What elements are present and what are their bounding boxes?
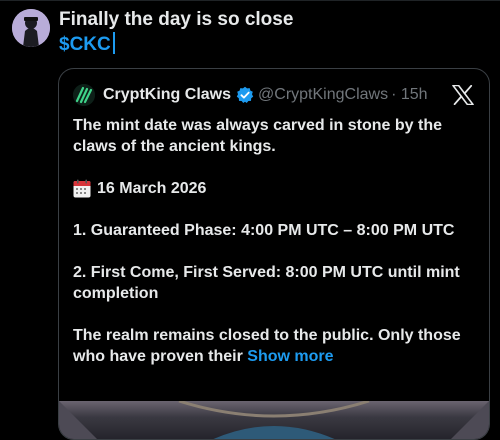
x-close-icon[interactable] bbox=[451, 83, 475, 107]
mint-date: 16 March 2026 bbox=[97, 180, 207, 197]
post-date-line: 16 March 2026 bbox=[73, 178, 475, 199]
show-more-link[interactable]: Show more bbox=[247, 348, 333, 365]
post-paragraph: The mint date was always carved in stone… bbox=[73, 117, 443, 155]
compose-line-2: $CKC bbox=[59, 32, 293, 57]
post-phase-1: 1. Guaranteed Phase: 4:00 PM UTC – 8:00 … bbox=[73, 222, 455, 239]
quoted-post-header: CryptKing Claws @CryptKingClaws · 15h bbox=[73, 83, 428, 107]
post-paragraph-last: The realm remains closed to the public. … bbox=[73, 325, 475, 367]
verified-badge-icon bbox=[236, 86, 254, 104]
compose-text[interactable]: Finally the day is so close $CKC bbox=[59, 7, 293, 57]
post-phase-2: 2. First Come, First Served: 8:00 PM UTC… bbox=[73, 264, 460, 302]
cashtag: $CKC bbox=[59, 34, 111, 55]
avatar[interactable] bbox=[12, 9, 50, 47]
quoted-author-name[interactable]: CryptKing Claws bbox=[103, 86, 231, 104]
calendar-emoji-icon bbox=[73, 179, 91, 198]
quoted-author-handle[interactable]: @CryptKingClaws bbox=[258, 86, 388, 104]
post-media-image[interactable] bbox=[59, 399, 489, 439]
divider bbox=[0, 0, 500, 1]
quoted-post-time[interactable]: · 15h bbox=[391, 86, 427, 104]
cryptking-avatar[interactable] bbox=[73, 84, 95, 106]
quoted-post-body: The mint date was always carved in stone… bbox=[73, 115, 475, 367]
quoted-post[interactable]: CryptKing Claws @CryptKingClaws · 15h Th… bbox=[58, 68, 490, 440]
text-caret bbox=[112, 32, 115, 54]
compose-line-1: Finally the day is so close bbox=[59, 9, 294, 30]
